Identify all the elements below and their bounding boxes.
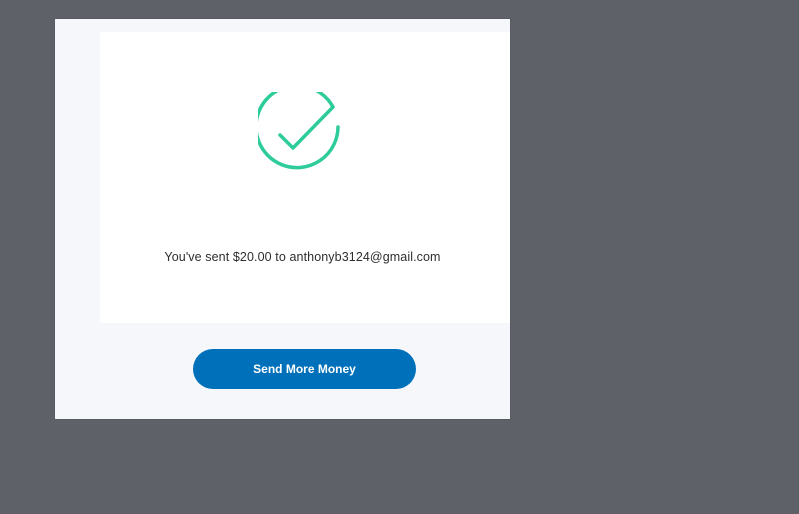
confirmation-message: You've sent $20.00 to anthonyb3124@gmail… [164,250,441,264]
confirmation-card: You've sent $20.00 to anthonyb3124@gmail… [100,32,510,323]
payment-confirmation-window: You've sent $20.00 to anthonyb3124@gmail… [55,19,510,419]
success-check-icon [258,92,340,170]
send-more-money-button[interactable]: Send More Money [193,349,416,389]
